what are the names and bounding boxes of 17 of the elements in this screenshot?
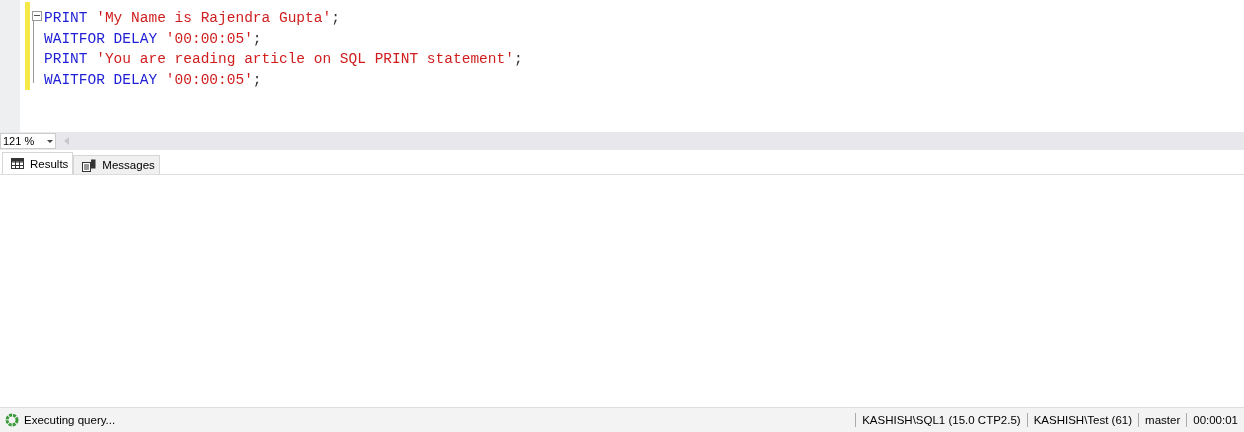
zoom-dropdown[interactable]: 121 % bbox=[0, 133, 56, 149]
status-message: Executing query... bbox=[24, 414, 117, 426]
code-line: PRINT 'You are reading article on SQL PRINT statement'; bbox=[44, 50, 523, 69]
caret-icon bbox=[47, 139, 53, 143]
collapse-icon[interactable] bbox=[32, 11, 42, 21]
panel-tab[interactable]: Results bbox=[2, 152, 74, 174]
code-line: PRINT 'My Name is Rajendra Gupta'; bbox=[44, 9, 341, 28]
document-icon bbox=[82, 158, 97, 172]
spinner-icon bbox=[5, 413, 19, 427]
panel-tab[interactable]: Messages bbox=[73, 155, 160, 174]
status-pane: KASHISH\SQL1 (15.0 CTP2.5) bbox=[855, 413, 1027, 427]
code-line: WAITFOR DELAY '00:00:05'; bbox=[44, 29, 263, 49]
code-line: WAITFOR DELAY '00:00:05'; bbox=[44, 70, 263, 90]
grid-icon bbox=[11, 158, 24, 169]
status-pane: KASHISH\Test (61) bbox=[1026, 413, 1139, 427]
status-pane: master bbox=[1138, 413, 1187, 427]
status-pane: 00:00:01 bbox=[1186, 413, 1244, 427]
